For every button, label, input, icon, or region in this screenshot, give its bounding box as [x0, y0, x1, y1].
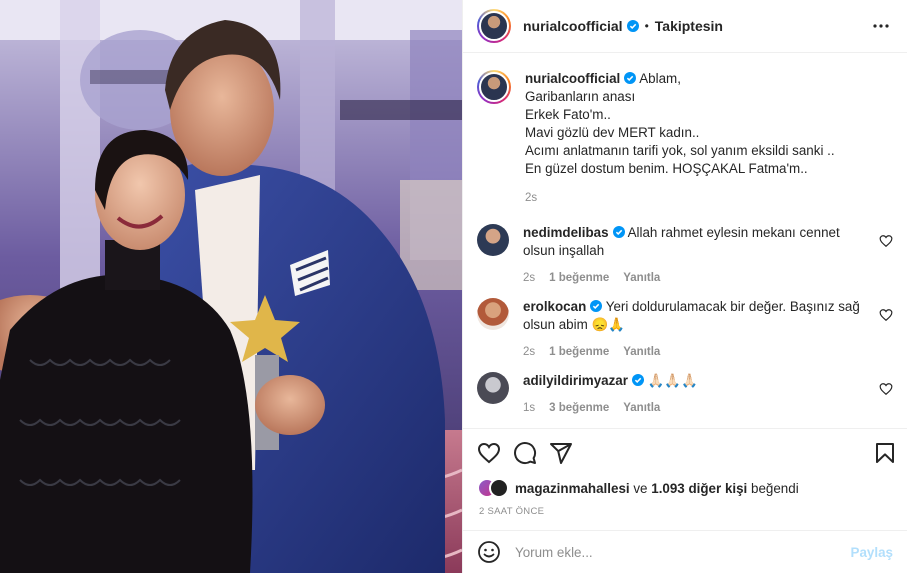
likes-connector: ve — [633, 480, 648, 496]
emoji-button[interactable] — [477, 540, 501, 564]
comment-time[interactable]: 2s — [523, 272, 535, 284]
post-photo[interactable] — [0, 0, 462, 573]
reply-button[interactable]: Yanıtla — [623, 272, 660, 284]
likes-count-link[interactable]: 1.093 diğer kişi — [651, 481, 747, 496]
comment-item: nedimdelibas Allah rahmet eylesin mekanı… — [477, 224, 893, 284]
comment-input[interactable] — [515, 544, 851, 560]
comment-text: 🙏🏻🙏🏻🙏🏻 — [647, 373, 698, 388]
comment-like-heart-icon[interactable] — [879, 382, 893, 396]
post-action-bar — [463, 428, 907, 476]
comment-item: erolkocan Yeri doldurulamacak bir değer.… — [477, 298, 893, 358]
caption-author-avatar[interactable] — [477, 70, 511, 104]
comment-time[interactable]: 1s — [523, 402, 535, 414]
post-timestamp[interactable]: 2 SAAT ÖNCE — [479, 506, 544, 517]
following-button[interactable]: Takiptesin — [655, 18, 723, 34]
liker-username[interactable]: magazinmahallesi — [515, 481, 630, 496]
verified-badge-icon — [626, 20, 639, 32]
post-header: nurialcoofficial • Takiptesin — [463, 0, 907, 53]
more-horizontal-icon — [873, 24, 889, 28]
comment-time[interactable]: 2s — [523, 346, 535, 358]
verified-badge-icon — [612, 226, 625, 238]
add-comment-bar: Paylaş — [463, 530, 907, 573]
comment-button[interactable] — [513, 441, 537, 465]
more-options-button[interactable] — [869, 14, 893, 38]
header-separator: • — [644, 19, 649, 33]
share-button[interactable] — [549, 441, 573, 465]
comment-username[interactable]: erolkocan — [523, 299, 586, 314]
instagram-post-modal: nurialcoofficial • Takiptesin nurialcoof… — [0, 0, 907, 573]
emoji-icon — [478, 541, 500, 563]
share-paper-plane-icon — [550, 442, 572, 464]
comment-likes[interactable]: 3 beğenme — [549, 402, 609, 414]
comment-icon — [514, 441, 537, 464]
save-button[interactable] — [873, 441, 897, 465]
like-button[interactable] — [477, 441, 501, 465]
heart-icon — [477, 442, 501, 463]
bookmark-icon — [876, 442, 894, 463]
comment-likes[interactable]: 1 beğenme — [549, 346, 609, 358]
liker-avatar[interactable] — [489, 478, 509, 498]
caption-time[interactable]: 2s — [525, 192, 537, 204]
comment-username[interactable]: nedimdelibas — [523, 225, 609, 240]
author-avatar[interactable] — [477, 9, 511, 43]
post-comment-button[interactable]: Paylaş — [851, 545, 893, 560]
verified-badge-icon — [590, 300, 603, 312]
commenter-avatar[interactable] — [477, 298, 509, 330]
verified-badge-icon — [624, 72, 637, 84]
comment-like-heart-icon[interactable] — [879, 308, 893, 322]
photo-illustration — [0, 0, 462, 573]
post-details-panel: nurialcoofficial • Takiptesin nurialcoof… — [462, 0, 907, 573]
likes-suffix: beğendi — [751, 480, 799, 496]
comment-username[interactable]: adilyildirimyazar — [523, 373, 628, 388]
author-username[interactable]: nurialcoofficial — [523, 18, 623, 34]
caption-username[interactable]: nurialcoofficial — [525, 71, 620, 86]
comment-like-heart-icon[interactable] — [879, 234, 893, 248]
reply-button[interactable]: Yanıtla — [623, 402, 660, 414]
likes-summary: magazinmahallesi ve 1.093 diğer kişi beğ… — [477, 477, 893, 499]
comment-item: adilyildirimyazar 🙏🏻🙏🏻🙏🏻 1s 3 beğenme Ya… — [477, 372, 893, 414]
caption-text: Ablam, Garibanların anası Erkek Fato'm..… — [525, 71, 835, 176]
comment-likes[interactable]: 1 beğenme — [549, 272, 609, 284]
commenter-avatar[interactable] — [477, 224, 509, 256]
commenter-avatar[interactable] — [477, 372, 509, 404]
verified-badge-icon — [631, 374, 644, 386]
caption: nurialcoofficial Ablam, Garibanların ana… — [477, 70, 893, 204]
comments-list[interactable]: nurialcoofficial Ablam, Garibanların ana… — [463, 54, 907, 428]
reply-button[interactable]: Yanıtla — [623, 346, 660, 358]
